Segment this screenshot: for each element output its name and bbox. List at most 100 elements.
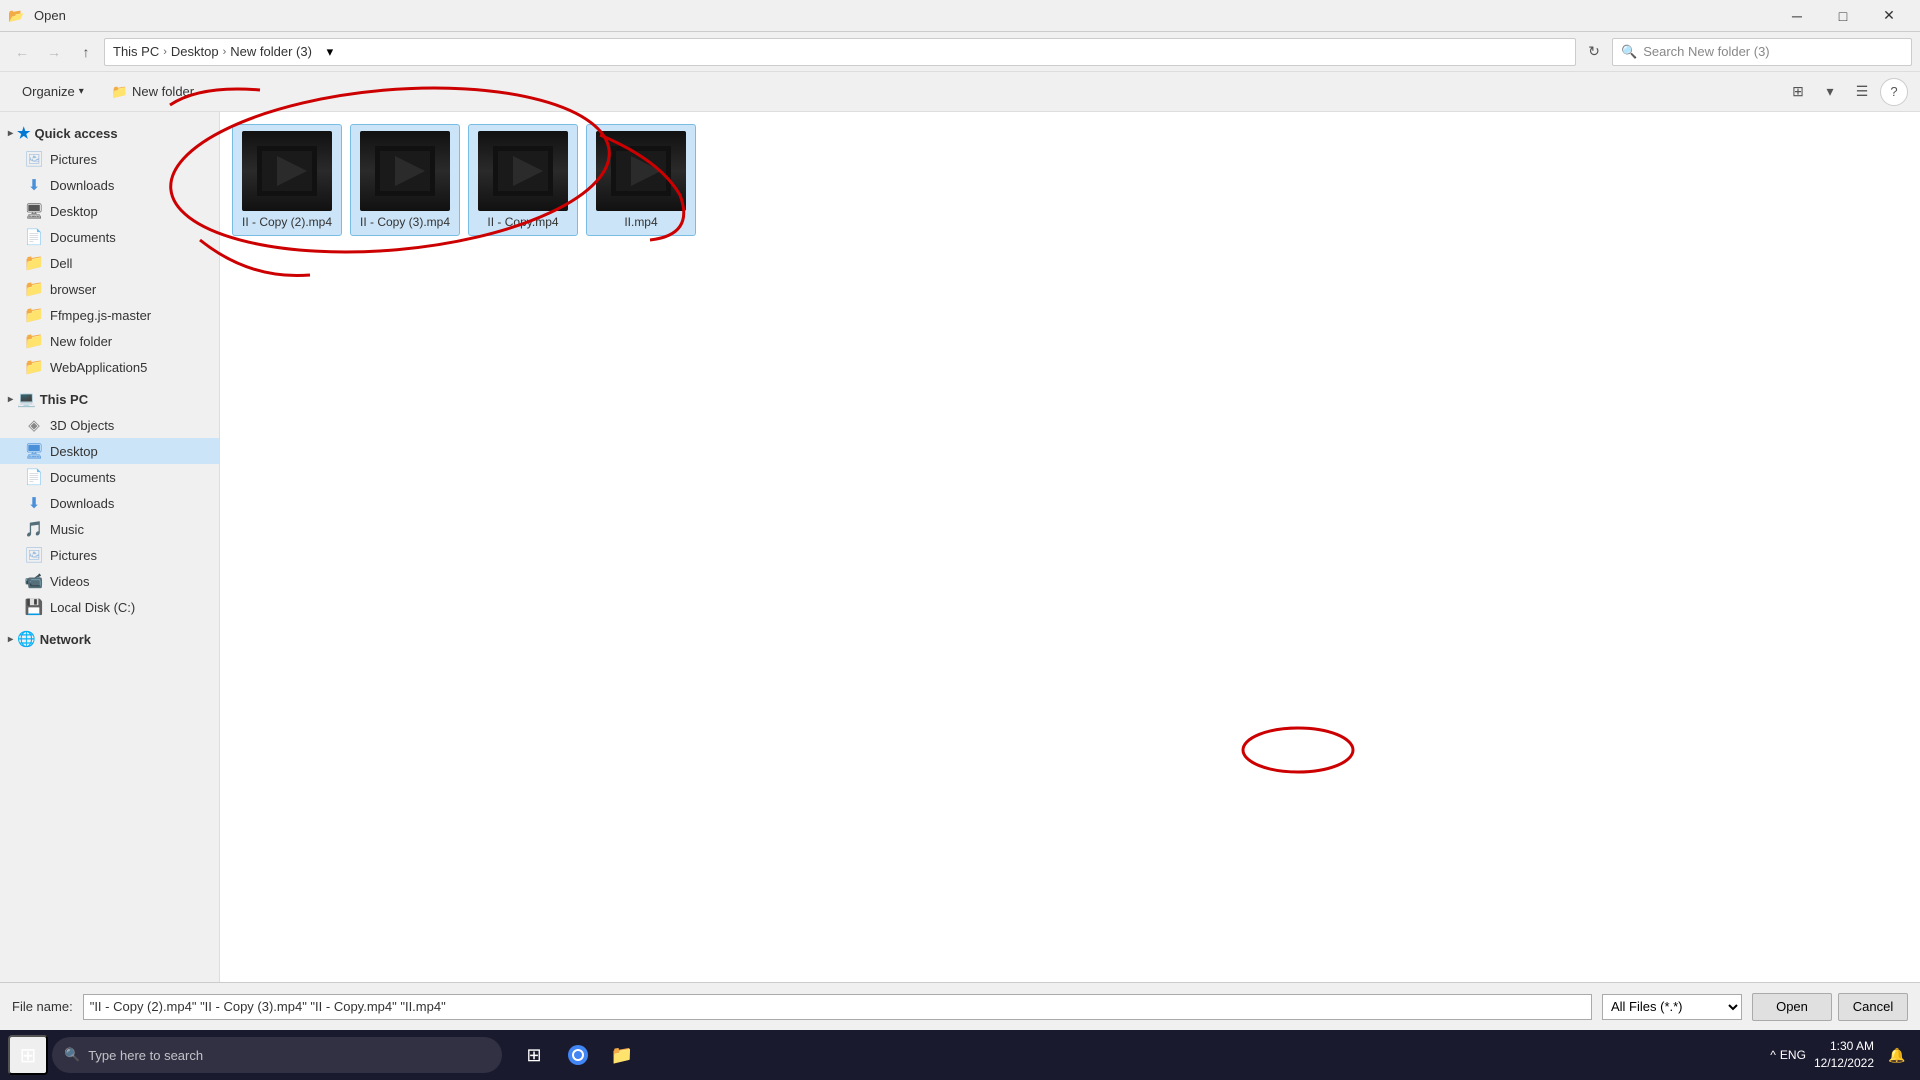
- browser-label: browser: [50, 282, 96, 297]
- pictures-pc-label: Pictures: [50, 548, 97, 563]
- videos-icon: 📹: [24, 572, 44, 590]
- help-button[interactable]: ?: [1880, 78, 1908, 106]
- view-dropdown-button[interactable]: ▾: [1816, 78, 1844, 106]
- organize-button[interactable]: Organize ▾: [12, 77, 94, 107]
- disk-icon: 💾: [24, 598, 44, 616]
- sidebar-item-documents-pc[interactable]: 📄 Documents: [0, 464, 219, 490]
- 3dobjects-icon: ◈: [24, 416, 44, 434]
- minimize-button[interactable]: ─: [1774, 0, 1820, 32]
- up-button[interactable]: ↑: [72, 38, 100, 66]
- title-bar-controls: ─ □ ✕: [1774, 0, 1912, 32]
- sys-tray-expand[interactable]: ^: [1770, 1048, 1776, 1062]
- taskbar-app-explorer[interactable]: 📁: [602, 1035, 642, 1075]
- bottom-buttons: Open Cancel: [1752, 993, 1908, 1021]
- view-large-button[interactable]: ⊞: [1784, 78, 1812, 106]
- sidebar-item-desktop-quick[interactable]: 🖥 Desktop 📌: [0, 198, 219, 224]
- new-folder-label: New folder: [132, 84, 194, 99]
- chrome-icon: [567, 1044, 589, 1066]
- sidebar-item-dell[interactable]: 📁 Dell 📌: [0, 250, 219, 276]
- content-area[interactable]: II - Copy (2).mp4 II - Copy (3).mp4: [220, 112, 1920, 982]
- breadcrumb: This PC › Desktop › New folder (3) ▾: [104, 38, 1576, 66]
- desktop-label: Desktop: [50, 204, 98, 219]
- refresh-button[interactable]: ↻: [1580, 38, 1608, 66]
- new-folder-folder-icon: 📁: [24, 331, 44, 351]
- webapp-label: WebApplication5: [50, 360, 147, 375]
- videos-label: Videos: [50, 574, 90, 589]
- lang-label[interactable]: ENG: [1780, 1048, 1806, 1062]
- taskbar-search-placeholder: Type here to search: [88, 1048, 203, 1063]
- maximize-button[interactable]: □: [1820, 0, 1866, 32]
- documents-icon: 📄: [24, 228, 44, 246]
- taskbar-right: ^ ENG 1:30 AM 12/12/2022 🔔: [1770, 1038, 1912, 1072]
- sidebar-item-downloads-quick[interactable]: ⬇ Downloads 📌: [0, 172, 219, 198]
- breadcrumb-folder[interactable]: New folder (3): [230, 44, 312, 59]
- view-details-button[interactable]: ☰: [1848, 78, 1876, 106]
- windows-logo: ⊞: [20, 1043, 37, 1068]
- taskbar-search[interactable]: 🔍 Type here to search: [52, 1037, 502, 1073]
- toolbar: Organize ▾ 📁 New folder ⊞ ▾ ☰ ?: [0, 72, 1920, 112]
- file-item-0[interactable]: II - Copy (2).mp4: [232, 124, 342, 236]
- close-button[interactable]: ✕: [1866, 0, 1912, 32]
- this-pc-chevron: ▸: [8, 394, 13, 405]
- desktop-icon: 🖥: [24, 202, 44, 220]
- documents-label: Documents: [50, 230, 116, 245]
- file-thumbnail-2: [478, 131, 568, 211]
- video-thumb-2: [478, 131, 568, 211]
- sidebar-item-3dobjects[interactable]: ◈ 3D Objects: [0, 412, 219, 438]
- notification-center-button[interactable]: 🔔: [1882, 1040, 1912, 1070]
- file-thumbnail-1: [360, 131, 450, 211]
- downloads-pc-label: Downloads: [50, 496, 114, 511]
- sidebar-item-local-disk[interactable]: 💾 Local Disk (C:): [0, 594, 219, 620]
- breadcrumb-sep-1: ›: [163, 46, 167, 58]
- network-chevron: ▸: [8, 634, 13, 645]
- start-button[interactable]: ⊞: [8, 1035, 48, 1075]
- sidebar-item-documents-quick[interactable]: 📄 Documents 📌: [0, 224, 219, 250]
- sidebar-item-browser[interactable]: 📁 browser: [0, 276, 219, 302]
- widgets-icon: ⊞: [526, 1045, 541, 1066]
- organize-dropdown-icon: ▾: [79, 86, 84, 97]
- network-label: Network: [40, 632, 91, 647]
- file-label-1: II - Copy (3).mp4: [360, 215, 450, 229]
- new-folder-button[interactable]: 📁 New folder: [102, 77, 204, 107]
- sidebar-item-pictures-pc[interactable]: 🖼 Pictures: [0, 542, 219, 568]
- sidebar-item-desktop-pc[interactable]: 🖥 Desktop: [0, 438, 219, 464]
- network-header[interactable]: ▸ 🌐 Network: [0, 626, 219, 652]
- taskbar-app-widgets[interactable]: ⊞: [514, 1035, 554, 1075]
- main-layout: ▸ ★ Quick access 🖼 Pictures 📌 ⬇ Download…: [0, 112, 1920, 982]
- browser-folder-icon: 📁: [24, 279, 44, 299]
- open-button[interactable]: Open: [1752, 993, 1832, 1021]
- sidebar-item-webapp[interactable]: 📁 WebApplication5: [0, 354, 219, 380]
- search-placeholder: Search New folder (3): [1643, 44, 1769, 59]
- breadcrumb-thispc[interactable]: This PC: [113, 44, 159, 59]
- sidebar-item-videos[interactable]: 📹 Videos: [0, 568, 219, 594]
- file-label-2: II - Copy.mp4: [487, 215, 558, 229]
- this-pc-header[interactable]: ▸ 💻 This PC: [0, 386, 219, 412]
- sys-tray: ^ ENG: [1770, 1048, 1806, 1062]
- sidebar-item-ffmpeg[interactable]: 📁 Ffmpeg.js-master: [0, 302, 219, 328]
- quick-access-label: Quick access: [34, 126, 117, 141]
- new-folder-sidebar-label: New folder: [50, 334, 112, 349]
- search-bar[interactable]: 🔍 Search New folder (3): [1612, 38, 1912, 66]
- breadcrumb-desktop[interactable]: Desktop: [171, 44, 219, 59]
- taskbar-app-chrome[interactable]: [558, 1035, 598, 1075]
- file-item-2[interactable]: II - Copy.mp4: [468, 124, 578, 236]
- sidebar-item-music[interactable]: 🎵 Music: [0, 516, 219, 542]
- sidebar-item-downloads-pc[interactable]: ⬇ Downloads: [0, 490, 219, 516]
- sidebar-item-pictures-quick[interactable]: 🖼 Pictures 📌: [0, 146, 219, 172]
- sidebar-item-new-folder[interactable]: 📁 New folder: [0, 328, 219, 354]
- file-type-select[interactable]: All Files (*.*): [1602, 994, 1742, 1020]
- back-button[interactable]: ←: [8, 38, 36, 66]
- file-name-label: File name:: [12, 999, 73, 1014]
- file-item-3[interactable]: II.mp4: [586, 124, 696, 236]
- ffmpeg-label: Ffmpeg.js-master: [50, 308, 151, 323]
- quick-access-header[interactable]: ▸ ★ Quick access: [0, 120, 219, 146]
- quick-access-chevron: ▸: [8, 128, 13, 139]
- pictures-pc-icon: 🖼: [24, 546, 44, 564]
- file-name-input[interactable]: [83, 994, 1592, 1020]
- new-folder-icon: 📁: [112, 84, 128, 100]
- breadcrumb-dropdown[interactable]: ▾: [320, 42, 340, 62]
- cancel-button[interactable]: Cancel: [1838, 993, 1908, 1021]
- taskbar-clock[interactable]: 1:30 AM 12/12/2022: [1814, 1038, 1874, 1072]
- forward-button[interactable]: →: [40, 38, 68, 66]
- file-item-1[interactable]: II - Copy (3).mp4: [350, 124, 460, 236]
